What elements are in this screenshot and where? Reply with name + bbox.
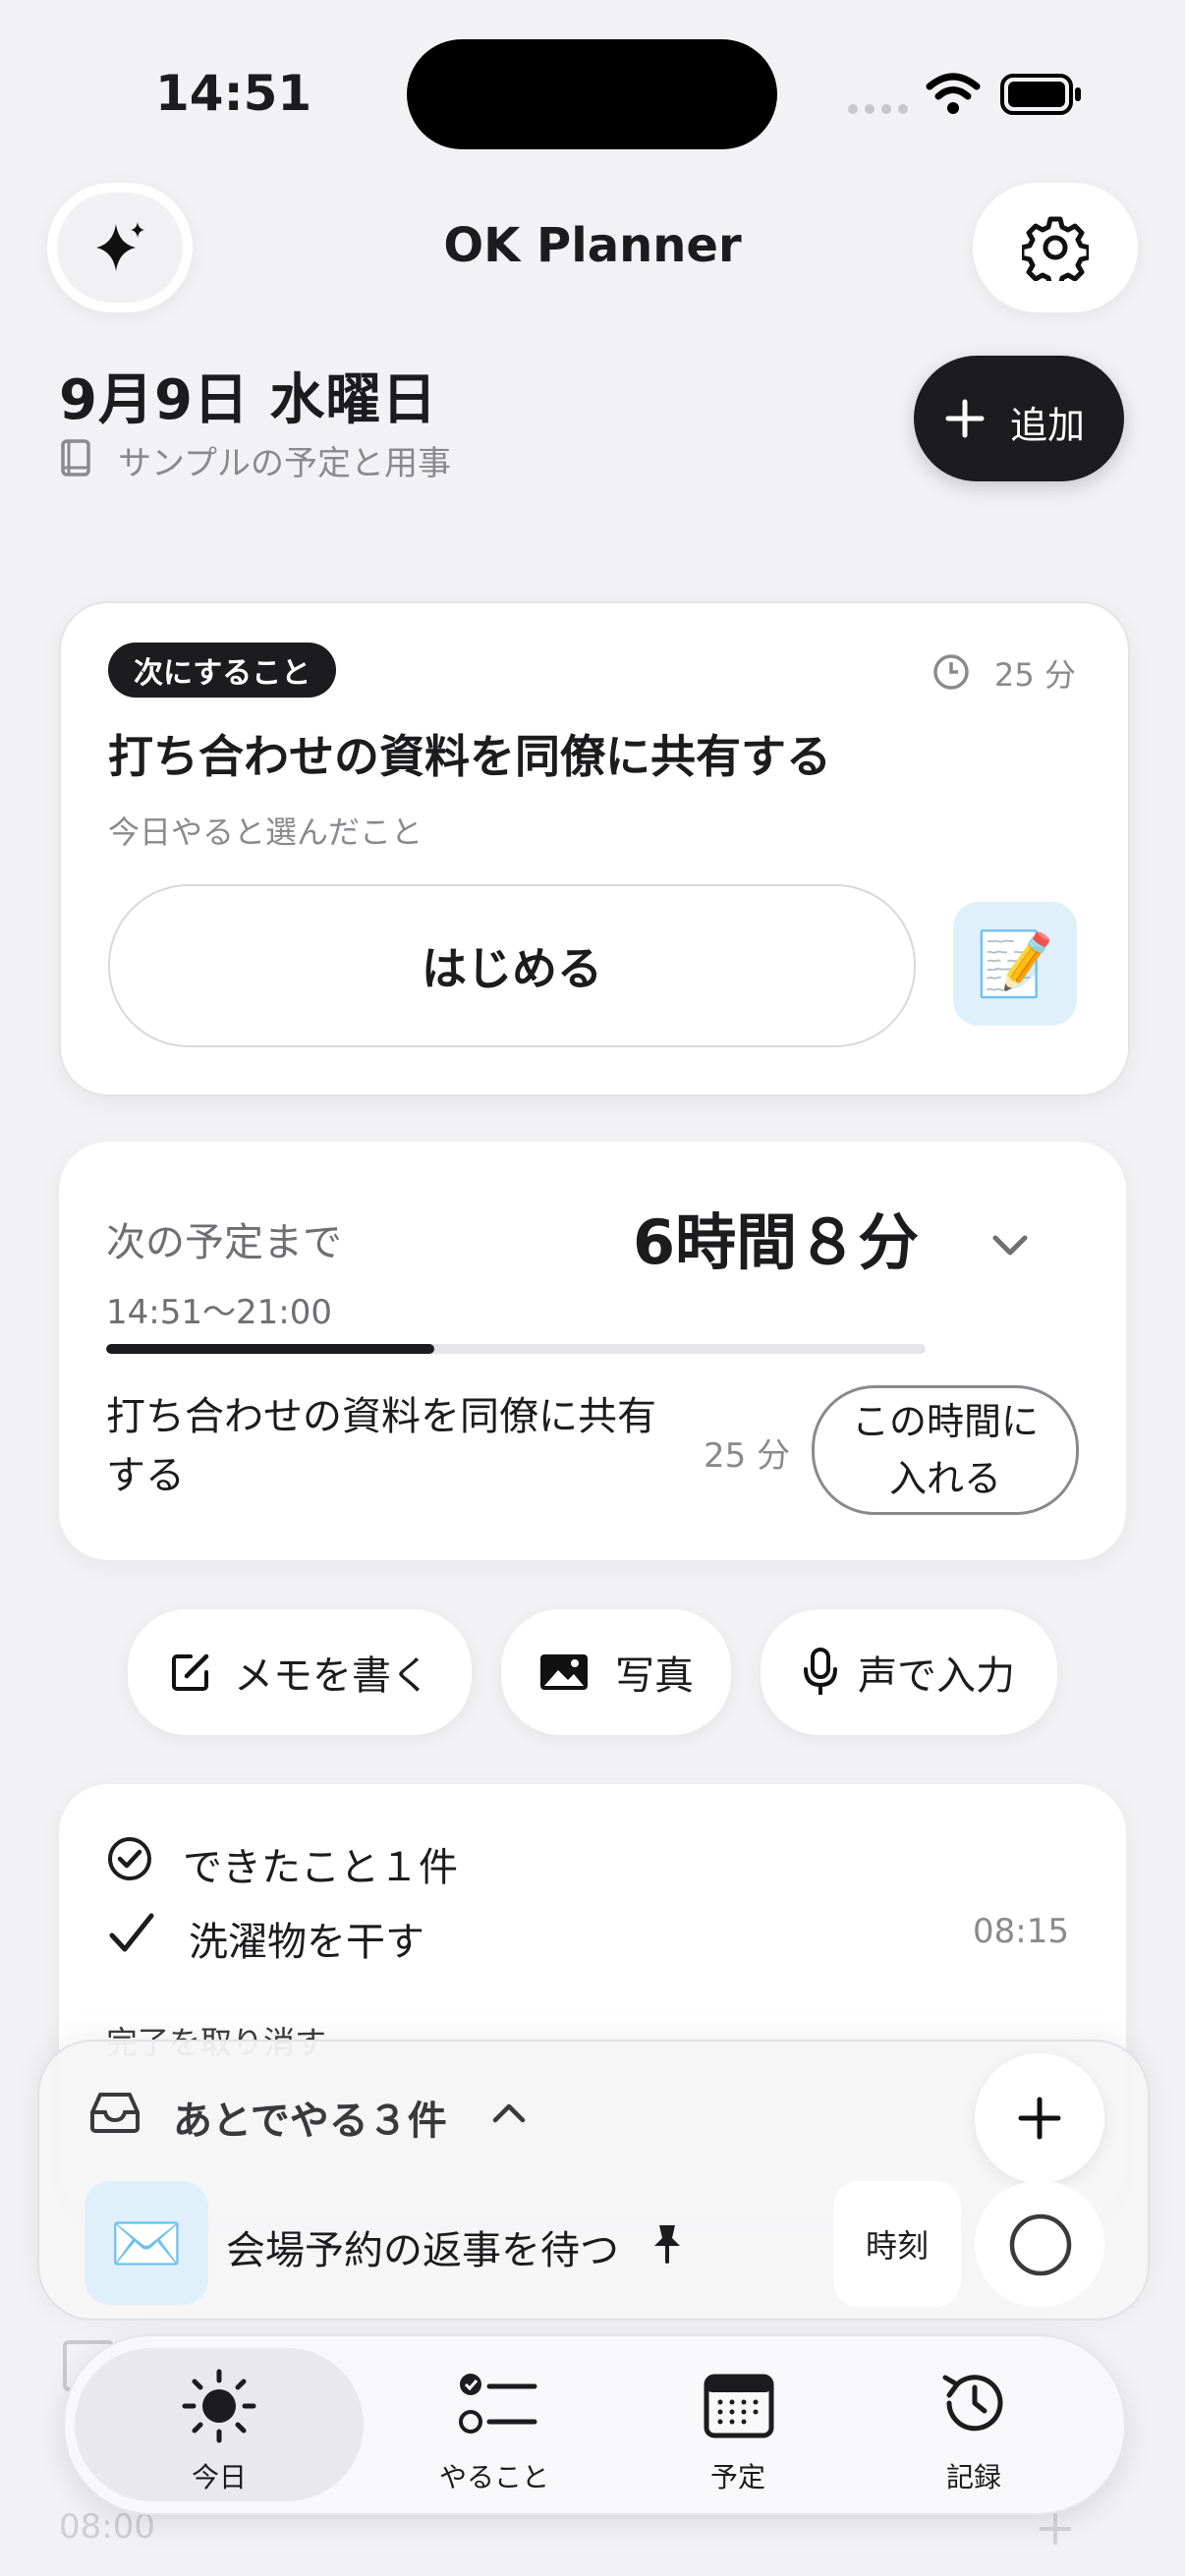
next-event-progress xyxy=(106,1344,926,1354)
edit-icon xyxy=(169,1651,212,1694)
next-task-emoji-button[interactable]: 📝 xyxy=(953,902,1077,1026)
set-time-button[interactable]: 時刻 xyxy=(833,2181,961,2307)
status-time: 14:51 xyxy=(155,65,312,122)
wifi-icon xyxy=(926,73,981,116)
insert-time-label: この時間に入れる xyxy=(851,1400,1039,1500)
start-button-label: はじめる xyxy=(422,942,602,995)
next-task-badge: 次にすること xyxy=(108,643,337,698)
next-event-label: 次の予定まで xyxy=(106,1220,342,1265)
next-event-task-duration: 25 分 xyxy=(704,1436,791,1476)
tab-today[interactable]: 今日 xyxy=(75,2348,364,2501)
tab-history[interactable]: 記録 xyxy=(863,2348,1085,2501)
dynamic-island xyxy=(407,39,777,149)
calendar-icon xyxy=(704,2372,774,2438)
envelope-icon: ✉️ xyxy=(109,2209,184,2278)
next-event-card: 次の予定まで 6時間８分 14:51〜21:00 打ち合わせの資料を同僚に共有す… xyxy=(59,1142,1126,1560)
insert-time-button[interactable]: この時間に入れる xyxy=(812,1385,1079,1515)
tab-todo-label: やること xyxy=(438,2461,549,2493)
next-event-remaining: 6時間８分 xyxy=(633,1206,920,1278)
sun-icon xyxy=(181,2368,257,2444)
clock-icon xyxy=(931,652,971,692)
voice-input-label: 声で入力 xyxy=(858,1653,1015,1699)
circle-icon xyxy=(1008,2212,1073,2277)
later-item-emoji: ✉️ xyxy=(85,2181,208,2305)
later-header[interactable]: あとでやる３件 xyxy=(173,2089,447,2146)
signal-icon xyxy=(847,102,910,116)
add-button-label: 追加 xyxy=(1010,404,1086,447)
mic-icon xyxy=(803,1648,838,1697)
next-task-duration: 25 分 xyxy=(994,656,1076,694)
book-icon xyxy=(59,438,94,477)
status-bar: 14:51 xyxy=(0,0,1185,167)
later-add-button[interactable] xyxy=(975,2053,1104,2183)
done-item-label: 洗濯物を干す xyxy=(189,1920,424,1965)
tab-bar: 今日 やること 予定 記録 xyxy=(63,2334,1126,2515)
next-event-range: 14:51〜21:00 xyxy=(106,1293,332,1332)
chevron-down-icon[interactable] xyxy=(990,1232,1030,1260)
done-header: できたこと１件 xyxy=(183,1845,458,1890)
next-task-subtitle: 今日やると選んだこと xyxy=(108,813,423,851)
tab-history-label: 記録 xyxy=(945,2461,1001,2493)
tab-todo[interactable]: やること xyxy=(379,2348,609,2501)
voice-input-button[interactable]: 声で入力 xyxy=(761,1609,1057,1735)
plus-icon xyxy=(945,399,985,438)
done-item-time: 08:15 xyxy=(973,1912,1069,1951)
check-circle-icon xyxy=(106,1835,153,1882)
later-sheet: あとでやる３件 ✉️ 会場予約の返事を待つ 時刻 xyxy=(37,2040,1150,2321)
next-task-badge-label: 次にすること xyxy=(134,656,311,691)
date-subtitle: サンプルの予定と用事 xyxy=(118,444,451,483)
add-button[interactable]: 追加 xyxy=(914,356,1124,481)
date-label: 9月9日 水曜日 xyxy=(59,368,438,432)
history-icon xyxy=(937,2366,1012,2440)
start-button[interactable]: はじめる xyxy=(108,884,916,1047)
settings-button[interactable] xyxy=(973,183,1138,312)
behind-add-icon xyxy=(1036,2509,1075,2548)
tab-schedule-label: 予定 xyxy=(709,2461,765,2493)
complete-circle-button[interactable] xyxy=(975,2181,1104,2307)
next-event-task: 打ち合わせの資料を同僚に共有する xyxy=(106,1394,656,1498)
checkmark-icon xyxy=(108,1910,155,1957)
photo-label: 写真 xyxy=(615,1653,694,1699)
write-memo-label: メモを書く xyxy=(234,1653,430,1699)
tab-schedule[interactable]: 予定 xyxy=(627,2348,849,2501)
plus-icon xyxy=(1018,2097,1061,2140)
tab-today-label: 今日 xyxy=(191,2461,247,2493)
next-task-title: 打ち合わせの資料を同僚に共有する xyxy=(108,730,831,783)
photo-icon xyxy=(538,1652,590,1692)
pin-icon xyxy=(650,2222,684,2266)
next-event-progress-fill xyxy=(106,1344,434,1354)
battery-icon xyxy=(1000,73,1083,116)
gear-icon xyxy=(1022,214,1089,281)
set-time-label: 時刻 xyxy=(865,2227,929,2265)
chevron-up-icon[interactable] xyxy=(491,2100,527,2126)
write-memo-button[interactable]: メモを書く xyxy=(128,1609,472,1735)
checklist-icon xyxy=(458,2370,538,2440)
later-item-label[interactable]: 会場予約の返事を待つ xyxy=(226,2218,619,2275)
memo-icon: 📝 xyxy=(976,927,1054,1001)
inbox-icon xyxy=(88,2091,141,2134)
next-task-card: 次にすること 25 分 打ち合わせの資料を同僚に共有する 今日やると選んだこと … xyxy=(59,601,1130,1096)
photo-button[interactable]: 写真 xyxy=(501,1609,731,1735)
